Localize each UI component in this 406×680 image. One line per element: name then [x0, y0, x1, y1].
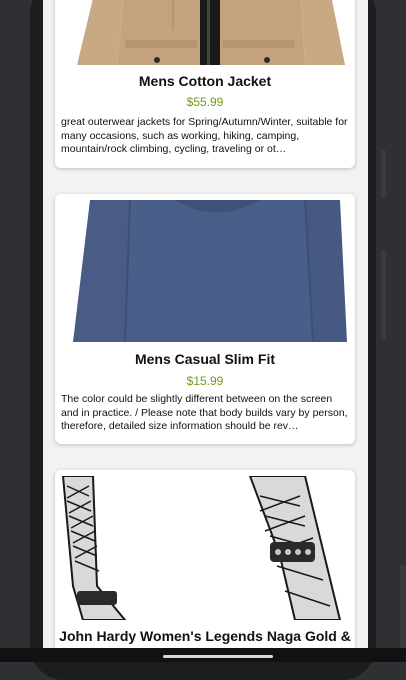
product-price: $15.99 [186, 374, 224, 388]
product-price: $55.99 [186, 95, 224, 109]
product-card[interactable]: John Hardy Women's Legends Naga Gold & [55, 470, 355, 648]
tshirt-image [55, 200, 355, 342]
product-list-screen[interactable]: Mens Cotton Jacket $55.99 great outerwea… [43, 0, 368, 648]
product-image [55, 200, 355, 342]
power-button [381, 250, 386, 340]
product-card[interactable]: Mens Cotton Jacket $55.99 great outerwea… [55, 0, 355, 168]
product-image [55, 0, 355, 65]
product-title: John Hardy Women's Legends Naga Gold & [59, 628, 351, 644]
product-card[interactable]: Mens Casual Slim Fit $15.99 The color co… [55, 194, 355, 444]
home-indicator[interactable] [163, 655, 273, 658]
bracelet-image [55, 476, 355, 620]
jacket-image [55, 0, 355, 65]
product-title: Mens Cotton Jacket [138, 73, 272, 89]
product-title: Mens Casual Slim Fit [134, 351, 276, 367]
product-description: great outerwear jackets for Spring/Autum… [61, 116, 348, 155]
product-description: The color could be slightly different be… [61, 393, 348, 432]
product-image [55, 476, 355, 620]
volume-button [381, 150, 386, 198]
